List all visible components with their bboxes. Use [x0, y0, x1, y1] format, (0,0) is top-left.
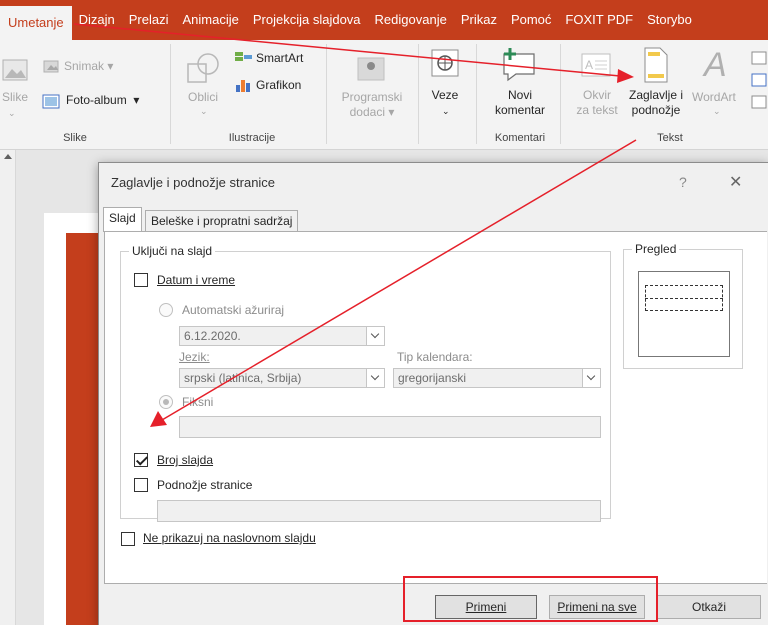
group-separator: [170, 44, 171, 144]
photo-album-icon: [42, 94, 60, 109]
jezik-select[interactable]: srpski (latinica, Srbija): [179, 368, 385, 388]
broj-slajda-label: Broj slajda: [157, 453, 214, 467]
group-label-ilustracije: Ilustracije: [228, 132, 276, 144]
grafikon-button[interactable]: Grafikon: [256, 78, 301, 92]
tab-umetanje[interactable]: Umetanje: [0, 6, 72, 40]
tab-redigovanje[interactable]: Redigovanje: [368, 0, 454, 40]
add-ins-icon: [357, 57, 385, 81]
pictures-icon: [2, 59, 28, 81]
textbox-icon: A: [581, 53, 611, 77]
chevron-down-icon: ⌄: [713, 106, 721, 116]
pregled-legend: Pregled: [632, 242, 680, 256]
chevron-down-icon: [366, 327, 384, 345]
tab-slajd[interactable]: Slajd: [103, 207, 142, 232]
tab-storyboard[interactable]: Storybo: [640, 0, 699, 40]
tip-kalendara-label: Tip kalendara:: [397, 350, 473, 364]
help-button[interactable]: ?: [679, 174, 687, 190]
scroll-up-icon[interactable]: [4, 154, 12, 159]
snimak-button[interactable]: Snimak ▾: [64, 59, 113, 73]
pregled-group: Pregled: [623, 242, 743, 369]
tab-pomoc[interactable]: Pomoć: [504, 0, 558, 40]
header-footer-dialog: Zaglavlje i podnožje stranice ? ✕ Slajd …: [98, 162, 768, 625]
screenshot-icon: [43, 60, 59, 73]
group-label-slike: Slike: [63, 132, 87, 144]
wordart-icon: A: [704, 46, 727, 84]
group-label-tekst: Tekst: [657, 132, 683, 144]
ribbon-tab-bar: Umetanje Dizajn Prelazi Animacije Projek…: [0, 0, 768, 40]
auto-radio[interactable]: [159, 303, 173, 317]
tab-animacije[interactable]: Animacije: [176, 0, 246, 40]
header-footer-icon: [644, 47, 668, 83]
tab-beleske[interactable]: Beleške i propratni sadržaj: [145, 210, 299, 231]
broj-slajda-checkbox[interactable]: [134, 453, 148, 467]
more-text-tools-icon: [751, 51, 767, 109]
annotation-highlight-box: [403, 576, 658, 622]
svg-text:A: A: [585, 58, 593, 72]
preview-slide: [638, 271, 730, 357]
chevron-down-icon: ⌄: [442, 106, 450, 116]
ukljuci-group: Uključi na slajd Datum i vreme Automatsk…: [120, 244, 611, 522]
chevron-down-icon: [582, 369, 600, 387]
podnozje-checkbox[interactable]: [134, 478, 148, 492]
veze-button[interactable]: Veze: [428, 88, 462, 103]
podnozje-input[interactable]: [157, 500, 601, 522]
slike-button[interactable]: Slike: [2, 90, 28, 105]
ribbon: Slike ⌄ Snimak ▾ Foto-album ▾ Slike Obli…: [0, 40, 768, 150]
tab-foxit[interactable]: FOXIT PDF: [558, 0, 640, 40]
new-comment-icon: [503, 48, 535, 82]
datum-checkbox[interactable]: [134, 273, 148, 287]
datum-label: Datum i vreme: [157, 273, 236, 287]
jezik-label: Jezik:: [179, 350, 210, 364]
oblici-button[interactable]: Oblici: [188, 90, 218, 104]
fiksni-radio[interactable]: [159, 395, 173, 409]
ukljuci-legend: Uključi na slajd: [129, 244, 216, 258]
fiksni-input[interactable]: [179, 416, 601, 438]
foto-album-button[interactable]: Foto-album ▾: [66, 93, 139, 107]
close-icon[interactable]: ✕: [729, 172, 742, 192]
tab-dizajn[interactable]: Dizajn: [72, 0, 122, 40]
novi-komentar-button[interactable]: Novi komentar: [488, 88, 552, 118]
dialog-title: Zaglavlje i podnožje stranice: [111, 175, 276, 190]
chevron-down-icon: [366, 369, 384, 387]
group-separator: [418, 44, 419, 144]
group-label-komentari: Komentari: [494, 132, 546, 144]
link-icon: [431, 49, 459, 77]
ne-prikazuj-label: Ne prikazuj na naslovnom slajdu: [143, 531, 316, 545]
programski-dodaci-button[interactable]: Programski dodaci ▾: [338, 90, 406, 120]
tab-projekcija[interactable]: Projekcija slajdova: [246, 0, 368, 40]
group-separator: [476, 44, 477, 144]
tab-prelazi[interactable]: Prelazi: [122, 0, 176, 40]
zaglavlje-i-podnozje-button[interactable]: Zaglavlje i podnožje: [620, 88, 692, 118]
shapes-icon: [187, 53, 219, 83]
chart-icon: [236, 80, 250, 92]
okvir-za-tekst-button[interactable]: Okvir za tekst: [570, 88, 624, 118]
vertical-scrollbar[interactable]: [0, 150, 16, 625]
smartart-icon: [235, 52, 252, 61]
cancel-button[interactable]: Otkaži: [657, 595, 761, 619]
fiksni-label: Fiksni: [182, 395, 214, 409]
auto-label: Automatski ažuriraj: [182, 303, 285, 317]
ne-prikazuj-checkbox[interactable]: [121, 532, 135, 546]
group-separator: [560, 44, 561, 144]
chevron-down-icon: ⌄: [200, 106, 208, 116]
date-format-select[interactable]: 6.12.2020.: [179, 326, 385, 346]
wordart-button[interactable]: WordArt: [692, 90, 736, 104]
chevron-down-icon: ⌄: [8, 108, 16, 118]
group-separator: [326, 44, 327, 144]
preview-placeholder-line: [645, 298, 723, 311]
tip-kalendara-select[interactable]: gregorijanski: [393, 368, 601, 388]
podnozje-label: Podnožje stranice: [157, 478, 253, 492]
smartart-button[interactable]: SmartArt: [256, 51, 303, 65]
tab-prikaz[interactable]: Prikaz: [454, 0, 504, 40]
